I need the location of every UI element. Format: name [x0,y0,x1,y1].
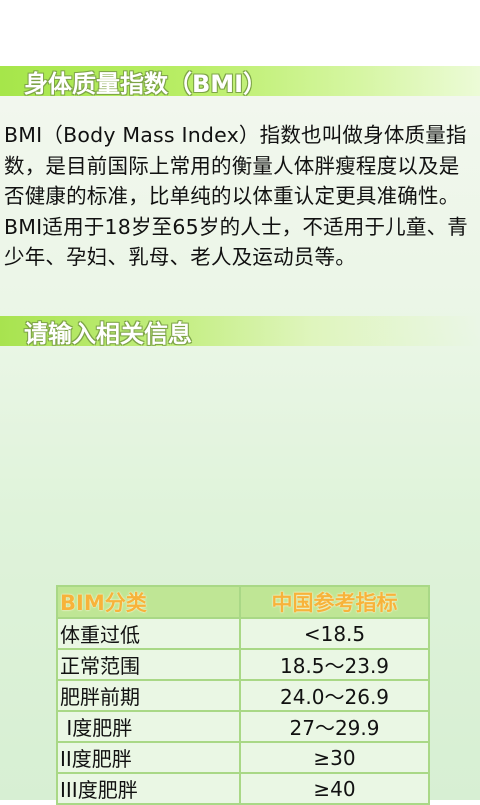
category-cell: 体重过低 [56,617,241,650]
reference-cell: <18.5 [239,617,430,650]
page-title: 身体质量指数（BMI） [24,69,268,98]
category-cell: 肥胖前期 [56,679,241,712]
reference-cell: 24.0～26.9 [239,679,430,712]
reference-cell: ≥30 [239,741,430,774]
table-row: I度肥胖 27～29.9 [56,710,430,743]
category-cell: I度肥胖 [56,710,241,743]
category-cell: 正常范围 [56,648,241,681]
table-row: II度肥胖 ≥30 [56,741,430,774]
header-china-reference: 中国参考指标 [239,585,430,619]
table-row: 正常范围 18.5～23.9 [56,648,430,681]
table-row: 体重过低 <18.5 [56,617,430,650]
reference-cell: ≥40 [239,772,430,805]
category-cell: III度肥胖 [56,772,241,805]
table-header-row: BIM分类 中国参考指标 [56,585,430,619]
input-section-bar: 请输入相关信息 [0,316,480,348]
reference-cell: 18.5～23.9 [239,648,430,681]
top-blank-area [0,0,480,66]
header-bmi-category: BIM分类 [56,585,241,619]
bmi-reference-table: BIM分类 中国参考指标 体重过低 <18.5 正常范围 18.5～23.9 肥… [56,585,430,805]
intro-paragraph: BMI（Body Mass Index）指数也叫做身体质量指数，是目前国际上常用… [4,123,468,269]
table-row: 肥胖前期 24.0～26.9 [56,679,430,712]
title-bar: 身体质量指数（BMI） [0,66,480,98]
table-row: III度肥胖 ≥40 [56,772,430,805]
input-section-title: 请输入相关信息 [24,319,192,348]
reference-cell: 27～29.9 [239,710,430,743]
category-cell: II度肥胖 [56,741,241,774]
